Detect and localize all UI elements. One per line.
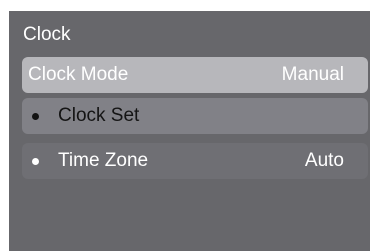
clock-menu-panel: Clock Clock Mode Manual Clock Set Time Z…: [9, 11, 370, 251]
menu-title: Clock: [23, 24, 71, 45]
clock-mode-value: Manual: [281, 64, 344, 85]
time-zone-label: Time Zone: [58, 150, 149, 171]
menu-item-time-zone[interactable]: Time Zone Auto: [22, 143, 368, 179]
menu-item-clock-set[interactable]: Clock Set: [22, 98, 368, 134]
bullet-icon: [32, 113, 39, 120]
clock-set-label: Clock Set: [58, 105, 140, 126]
clock-mode-label: Clock Mode: [28, 64, 129, 85]
bullet-icon: [32, 158, 39, 165]
menu-item-clock-mode[interactable]: Clock Mode Manual: [22, 57, 368, 93]
time-zone-value: Auto: [304, 150, 344, 171]
